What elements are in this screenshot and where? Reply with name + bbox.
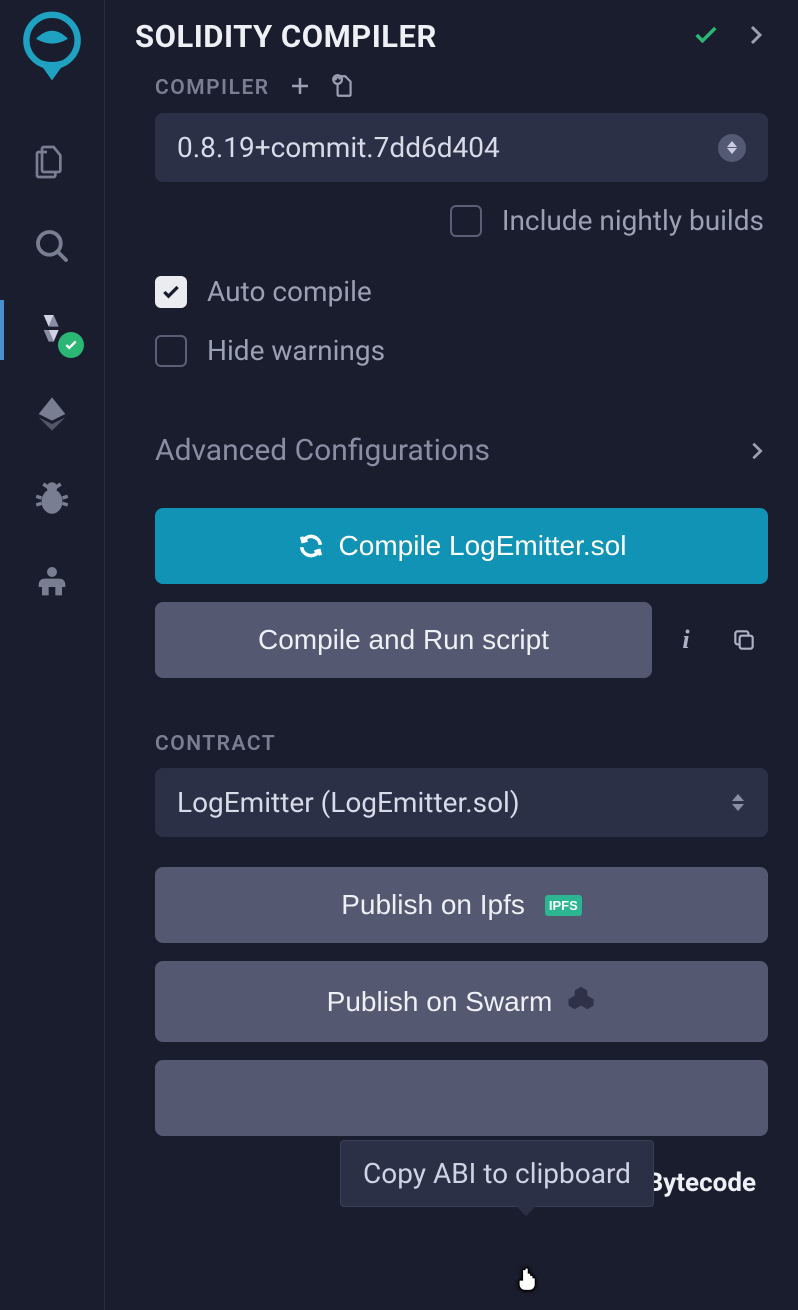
- advanced-configurations-label: Advanced Configurations: [155, 433, 490, 468]
- compile-run-script-button[interactable]: Compile and Run script: [155, 602, 652, 678]
- file-explorer-icon[interactable]: [30, 140, 74, 184]
- success-badge-icon: [58, 332, 84, 358]
- search-icon[interactable]: [30, 224, 74, 268]
- select-updown-icon: [730, 794, 746, 811]
- solidity-compiler-icon[interactable]: [30, 308, 74, 352]
- compile-button[interactable]: Compile LogEmitter.sol: [155, 508, 768, 584]
- publish-ipfs-button[interactable]: Publish on Ipfs IPFS: [155, 867, 768, 943]
- publish-swarm-label: Publish on Swarm: [327, 986, 553, 1018]
- select-updown-icon: [718, 134, 746, 162]
- panel-header: SOLIDITY COMPILER: [135, 18, 768, 55]
- compiler-label: COMPILER: [155, 76, 270, 100]
- remix-logo[interactable]: [12, 10, 92, 90]
- tooltip-text: Copy ABI to clipboard: [363, 1157, 631, 1190]
- deploy-run-icon[interactable]: [30, 392, 74, 436]
- auto-compile-label: Auto compile: [207, 275, 372, 308]
- refresh-icon: [297, 532, 325, 560]
- hide-warnings-label: Hide warnings: [207, 334, 385, 367]
- compiler-panel: SOLIDITY COMPILER COMPILER 0.8.19+commit…: [105, 0, 798, 1310]
- success-check-icon: [692, 21, 720, 53]
- auto-compile-checkbox[interactable]: [155, 276, 187, 308]
- compiler-version-value: 0.8.19+commit.7dd6d404: [177, 131, 500, 164]
- tooltip: Copy ABI to clipboard: [340, 1140, 654, 1207]
- compile-button-label: Compile LogEmitter.sol: [339, 530, 627, 562]
- ipfs-badge-icon: IPFS: [545, 895, 582, 916]
- info-icon[interactable]: i: [662, 616, 710, 664]
- chevron-right-icon[interactable]: [744, 23, 768, 51]
- add-compiler-icon[interactable]: [288, 74, 312, 102]
- cursor-pointer-icon: [512, 1265, 540, 1303]
- compiler-version-select[interactable]: 0.8.19+commit.7dd6d404: [155, 113, 768, 182]
- swarm-icon: [566, 983, 596, 1020]
- copy-bytecode-label: Bytecode: [647, 1168, 756, 1198]
- contract-label: CONTRACT: [155, 732, 768, 756]
- compilation-details-button[interactable]: C Compilation Details: [155, 1060, 768, 1136]
- debugger-icon[interactable]: [30, 476, 74, 520]
- publish-swarm-button[interactable]: Publish on Swarm: [155, 961, 768, 1042]
- hide-warnings-checkbox[interactable]: [155, 335, 187, 367]
- include-nightly-checkbox[interactable]: [450, 205, 482, 237]
- compile-run-script-label: Compile and Run script: [258, 624, 549, 656]
- contract-select[interactable]: LogEmitter (LogEmitter.sol): [155, 768, 768, 837]
- load-compiler-icon[interactable]: [330, 73, 356, 103]
- vertical-nav-bar: [0, 0, 105, 1310]
- copy-script-icon[interactable]: [720, 616, 768, 664]
- plugin-manager-icon[interactable]: [30, 560, 74, 604]
- include-nightly-label: Include nightly builds: [502, 204, 764, 237]
- publish-ipfs-label: Publish on Ipfs: [341, 889, 525, 921]
- contract-select-value: LogEmitter (LogEmitter.sol): [177, 786, 520, 819]
- advanced-configurations-toggle[interactable]: Advanced Configurations: [155, 433, 768, 468]
- panel-title: SOLIDITY COMPILER: [135, 18, 437, 55]
